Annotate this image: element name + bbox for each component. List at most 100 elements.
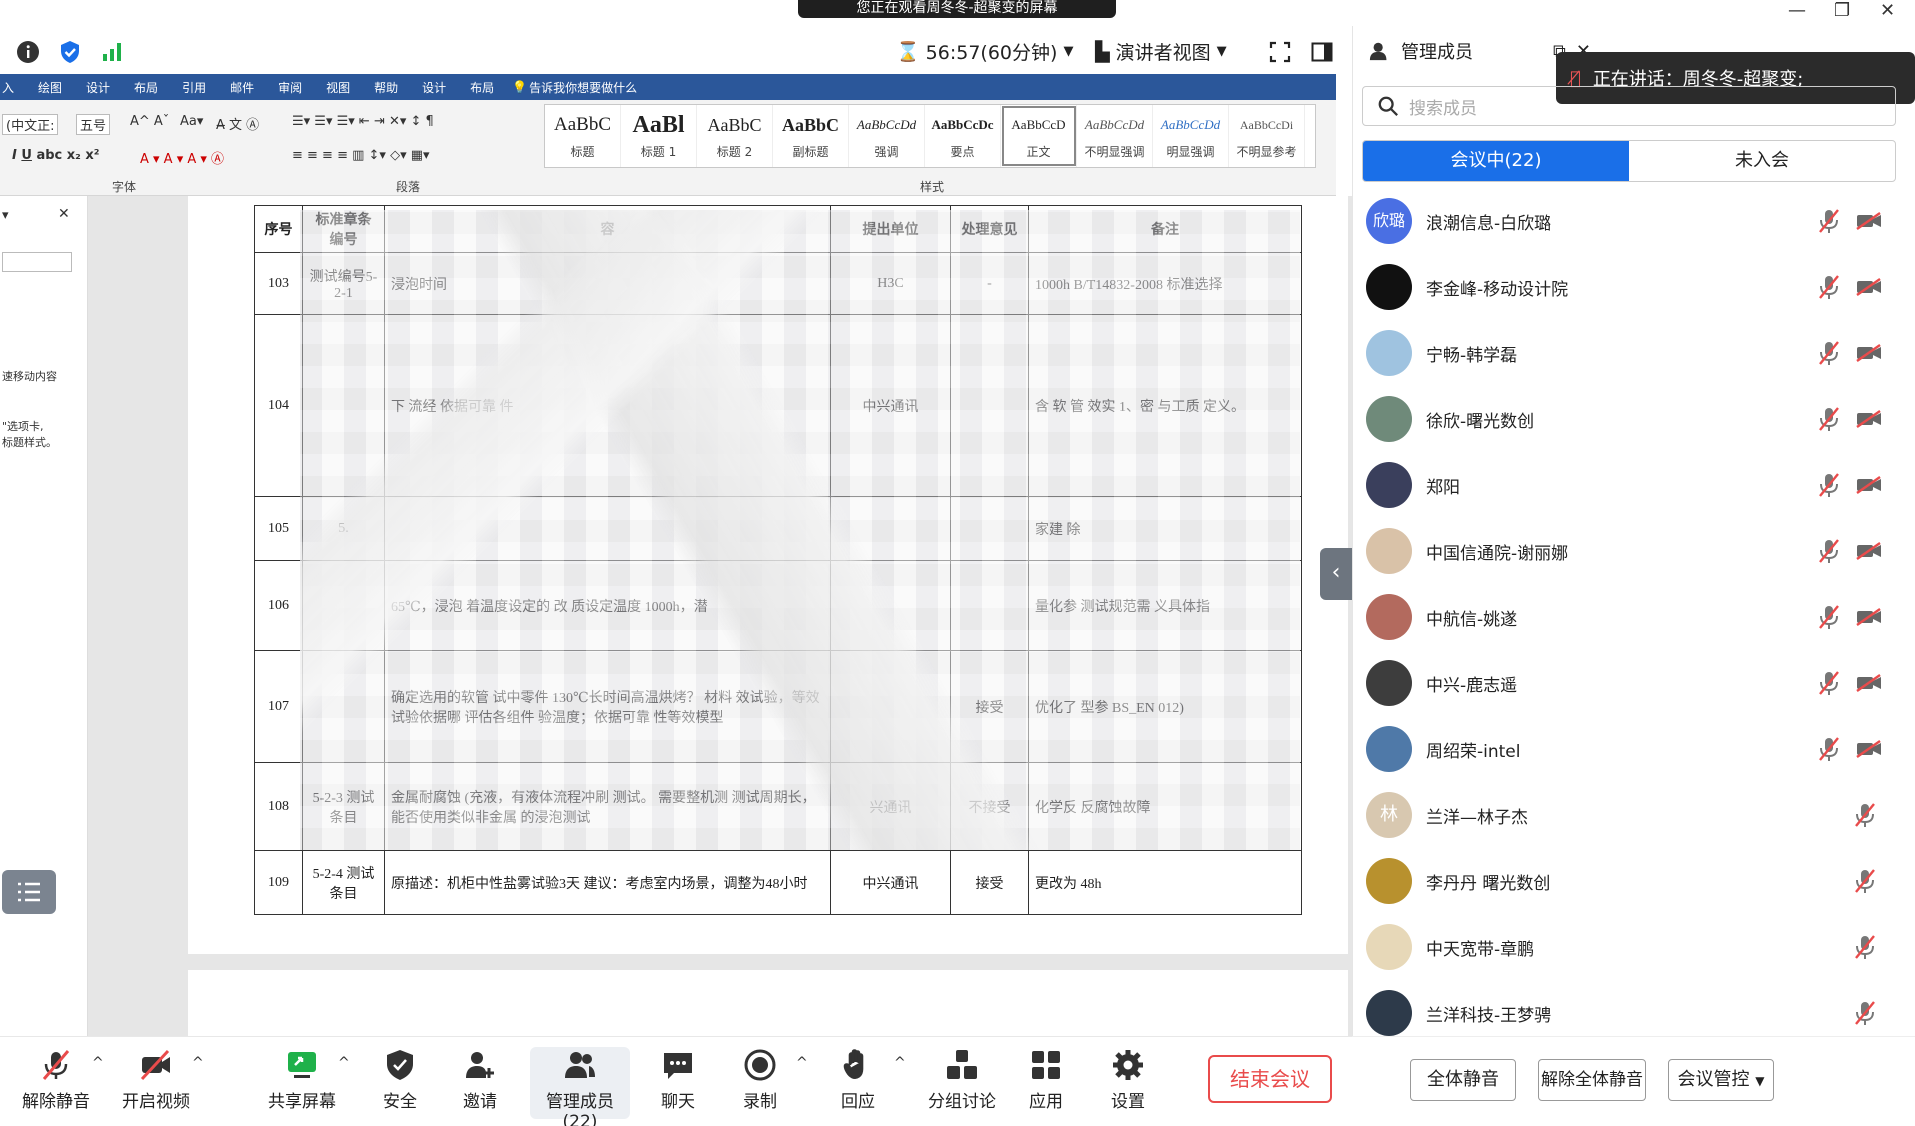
mic-muted-icon[interactable] [1818,736,1840,762]
camera-off-icon[interactable] [1856,674,1882,692]
member-row[interactable]: 李丹丹 曙光数创 [1352,848,1915,914]
member-row[interactable]: 郑阳 [1352,452,1915,518]
audio-options-chevron-icon[interactable]: ^ [92,1055,104,1071]
mic-muted-icon[interactable] [1854,802,1876,828]
unmute-all-button[interactable]: 解除全体静音 [1538,1059,1646,1101]
react-button[interactable]: 回应 [814,1047,902,1112]
member-row[interactable]: 李金峰-移动设计院 [1352,254,1915,320]
mic-muted-icon[interactable] [1818,406,1840,432]
mic-muted-icon[interactable] [1854,1000,1876,1026]
mic-muted-icon[interactable] [1854,934,1876,960]
tab-review[interactable]: 审阅 [266,79,314,96]
member-row[interactable]: 徐欣-曙光数创 [1352,386,1915,452]
member-row[interactable]: 中兴-鹿志遥 [1352,650,1915,716]
member-row[interactable]: 兰洋科技-王梦骋 [1352,980,1915,1036]
minimize-icon[interactable]: — [1788,0,1806,21]
align-icons[interactable]: ≡ ≡ ≡ ≡ ▥ ↕▾ ◇▾ ▦▾ [292,148,430,163]
tab-design[interactable]: 设计 [74,79,122,96]
font-name-select[interactable]: (中文正: [2,114,59,135]
mic-muted-icon[interactable] [1818,274,1840,300]
maximize-icon[interactable]: ❐ [1834,0,1850,21]
tab-in-meeting[interactable]: 会议中(22) [1363,141,1629,181]
member-row[interactable]: 中航信-姚遂 [1352,584,1915,650]
bold-italic-underline-icons[interactable]: I U abc x₂ x² [12,148,99,163]
nav-dropdown-icon[interactable]: ▾ [2,208,9,223]
end-meeting-button[interactable]: 结束会议 [1208,1055,1332,1103]
change-case-icon[interactable]: Aa▾ [180,114,203,129]
share-options-chevron-icon[interactable]: ^ [338,1055,350,1071]
style-item[interactable]: AaBbCcDd 明显强调 [1153,105,1229,167]
list-icons[interactable]: ☰▾ ☰▾ ☰▾ ⇤ ⇥ ✕▾ ↕ ¶ [292,114,434,129]
member-row[interactable]: 中天宽带-章鹏 [1352,914,1915,980]
share-screen-button[interactable]: 共享屏幕 [258,1047,346,1112]
tell-me-search[interactable]: 告诉我你想要做什么 [529,79,649,96]
clear-format-icon[interactable]: A̶ 文 Ⓐ [216,114,259,133]
camera-off-icon[interactable] [1856,542,1882,560]
member-row[interactable]: 周绍荣-intel [1352,716,1915,782]
meeting-timer[interactable]: ⌛ 56:57(60分钟) ▼ [896,38,1073,65]
camera-off-icon[interactable] [1856,212,1882,230]
camera-off-icon[interactable] [1856,740,1882,758]
style-item[interactable]: AaBbC 标题 2 [697,105,773,167]
member-row[interactable]: 中国信通院-谢丽娜 [1352,518,1915,584]
style-item[interactable]: AaBbCcDi 不明显参考 [1229,105,1305,167]
nav-search-input[interactable] [2,252,72,272]
mic-muted-icon[interactable] [1854,868,1876,894]
camera-off-icon[interactable] [1856,278,1882,296]
style-item[interactable]: AaBl 标题 1 [621,105,697,167]
font-size-select[interactable]: 五号 [76,114,111,135]
member-search[interactable]: 搜索成员 [1362,86,1896,126]
mic-muted-icon[interactable] [1818,604,1840,630]
tab-draw[interactable]: 绘图 [26,79,74,96]
breakout-rooms-button[interactable]: 分组讨论 [912,1047,1012,1112]
settings-button[interactable]: 设置 [1084,1047,1172,1112]
side-panel-icon[interactable] [1310,40,1334,64]
tab-not-joined[interactable]: 未入会 [1629,141,1895,181]
chat-button[interactable]: 聊天 [634,1047,722,1112]
video-options-chevron-icon[interactable]: ^ [192,1055,204,1071]
mic-muted-icon[interactable] [1818,340,1840,366]
shield-check-icon[interactable] [58,40,82,64]
invite-button[interactable]: 邀请 [436,1047,524,1112]
tab-references[interactable]: 引用 [170,79,218,96]
presenter-view-dropdown[interactable]: ▙ 演讲者视图 ▼ [1095,38,1227,65]
start-video-button[interactable]: 开启视频 [112,1047,200,1112]
tab-view[interactable]: 视图 [314,79,362,96]
style-item[interactable]: AaBbCcDc 要点 [925,105,1001,167]
collapse-panel-button[interactable]: ‹ [1320,548,1352,600]
mic-muted-icon[interactable] [1818,670,1840,696]
camera-off-icon[interactable] [1856,344,1882,362]
security-button[interactable]: 安全 [356,1047,444,1112]
tab-table-design[interactable]: 设计 [410,79,458,96]
record-options-chevron-icon[interactable]: ^ [796,1055,808,1071]
tab-help[interactable]: 帮助 [362,79,410,96]
record-button[interactable]: 录制 [716,1047,804,1112]
camera-off-icon[interactable] [1856,476,1882,494]
style-item[interactable]: AaBbC 标题 [545,105,621,167]
tab-mailings[interactable]: 邮件 [218,79,266,96]
tab-insert[interactable]: 入 [0,79,26,96]
style-item[interactable]: AaBbCcD 正文 [1001,105,1077,167]
meeting-control-button[interactable]: 会议管控 ▼ [1668,1059,1774,1101]
mic-muted-icon[interactable] [1818,208,1840,234]
grow-font-icon[interactable]: A^ Aˇ [130,114,169,129]
camera-off-icon[interactable] [1856,608,1882,626]
member-row[interactable]: 宁畅-韩学磊 [1352,320,1915,386]
close-icon[interactable]: ✕ [1880,0,1895,21]
style-item[interactable]: AaBbCcDd 不明显强调 [1077,105,1153,167]
signal-icon[interactable] [100,40,124,64]
member-row[interactable]: 林兰洋—林子杰 [1352,782,1915,848]
unmute-button[interactable]: 解除静音 [12,1047,100,1112]
style-item[interactable]: AaBbCcDd 强调 [849,105,925,167]
mute-all-button[interactable]: 全体静音 [1410,1059,1516,1101]
style-item[interactable]: AaBbC 副标题 [773,105,849,167]
nav-close-icon[interactable]: ✕ [58,206,70,222]
react-options-chevron-icon[interactable]: ^ [894,1055,906,1071]
fullscreen-icon[interactable] [1268,40,1292,64]
info-icon[interactable] [16,40,40,64]
manage-members-button[interactable]: 管理成员(22) [530,1047,630,1126]
tab-table-layout[interactable]: 布局 [458,79,506,96]
nav-list-toggle[interactable] [2,870,56,914]
camera-off-icon[interactable] [1856,410,1882,428]
apps-button[interactable]: 应用 [1002,1047,1090,1112]
